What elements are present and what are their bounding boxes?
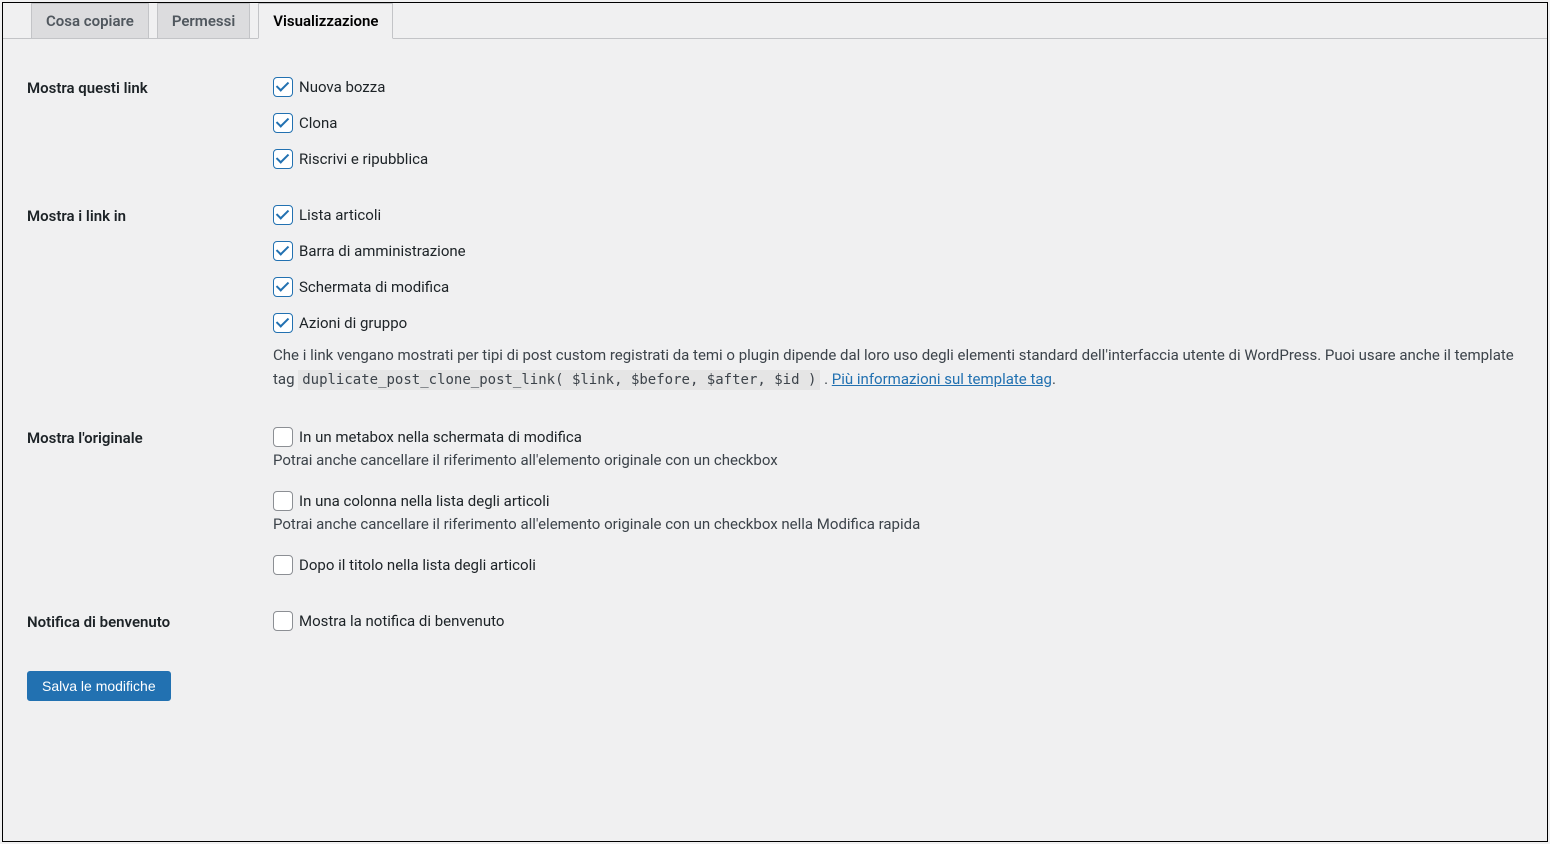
section-heading-show-links-in: Mostra i link in	[3, 187, 263, 409]
desc-column: Potrai anche cancellare il riferimento a…	[273, 515, 1537, 533]
description-text-end: .	[1052, 370, 1056, 388]
section-heading-show-links: Mostra questi link	[3, 59, 263, 187]
checkbox-new-draft[interactable]	[273, 77, 293, 97]
tab-navigation: Cosa copiare Permessi Visualizzazione	[3, 3, 1547, 39]
checkbox-metabox[interactable]	[273, 427, 293, 447]
desc-metabox: Potrai anche cancellare il riferimento a…	[273, 451, 1537, 469]
description-code: duplicate_post_clone_post_link( $link, $…	[298, 370, 820, 390]
tab-cosa-copiare[interactable]: Cosa copiare	[31, 3, 149, 38]
description-text-after: .	[820, 370, 831, 388]
checkbox-post-list[interactable]	[273, 205, 293, 225]
label-metabox[interactable]: In un metabox nella schermata di modific…	[299, 428, 582, 446]
description-show-links-in: Che i link vengano mostrati per tipi di …	[273, 343, 1537, 391]
save-button[interactable]: Salva le modifiche	[27, 671, 171, 701]
checkbox-clone[interactable]	[273, 113, 293, 133]
label-bulk-actions[interactable]: Azioni di gruppo	[299, 314, 407, 332]
checkbox-rewrite-republish[interactable]	[273, 149, 293, 169]
label-clone[interactable]: Clona	[299, 114, 337, 132]
checkbox-edit-screen[interactable]	[273, 277, 293, 297]
label-new-draft[interactable]: Nuova bozza	[299, 78, 385, 96]
checkbox-admin-bar[interactable]	[273, 241, 293, 261]
checkbox-after-title[interactable]	[273, 555, 293, 575]
label-welcome-notice[interactable]: Mostra la notifica di benvenuto	[299, 612, 504, 630]
section-heading-welcome-notice: Notifica di benvenuto	[3, 593, 263, 651]
label-rewrite-republish[interactable]: Riscrivi e ripubblica	[299, 150, 428, 168]
label-after-title[interactable]: Dopo il titolo nella lista degli articol…	[299, 556, 536, 574]
label-post-list[interactable]: Lista articoli	[299, 206, 381, 224]
label-edit-screen[interactable]: Schermata di modifica	[299, 278, 449, 296]
link-more-template-tag[interactable]: Più informazioni sul template tag	[832, 370, 1052, 388]
settings-form: Mostra questi link Nuova bozza Clona Ris…	[3, 59, 1547, 651]
checkbox-bulk-actions[interactable]	[273, 313, 293, 333]
label-column[interactable]: In una colonna nella lista degli articol…	[299, 492, 550, 510]
checkbox-welcome-notice[interactable]	[273, 611, 293, 631]
section-heading-show-original: Mostra l'originale	[3, 409, 263, 593]
tab-permessi[interactable]: Permessi	[157, 3, 250, 38]
label-admin-bar[interactable]: Barra di amministrazione	[299, 242, 466, 260]
tab-visualizzazione[interactable]: Visualizzazione	[258, 3, 393, 39]
checkbox-column[interactable]	[273, 491, 293, 511]
